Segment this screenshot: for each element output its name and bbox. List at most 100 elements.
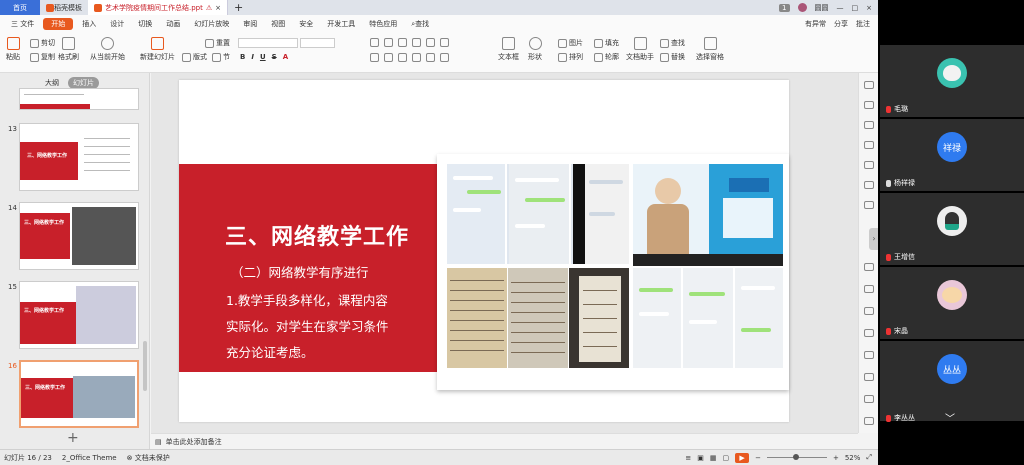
copy-button[interactable]: 复制 — [30, 52, 55, 62]
menu-design[interactable]: 设计 — [103, 15, 131, 33]
shape-button[interactable]: 形状 — [528, 37, 542, 62]
participant-tile[interactable]: 宋晶 — [880, 267, 1024, 339]
sorter-view-icon[interactable]: ▦ — [710, 454, 717, 462]
zoom-level[interactable]: 52% — [845, 454, 861, 462]
tool-icon[interactable] — [864, 201, 874, 209]
play-from-current-button[interactable]: 从当前开始 — [90, 37, 125, 62]
text-direction-icon[interactable] — [440, 38, 449, 47]
layout-button[interactable]: 版式 — [182, 52, 207, 62]
text-assistant-button[interactable]: 文档助手 — [626, 37, 654, 62]
font-size-select[interactable] — [300, 38, 335, 48]
new-slide-button[interactable]: 新建幻灯片 — [140, 37, 175, 62]
tool-icon[interactable] — [864, 417, 874, 425]
indent-icon[interactable] — [398, 38, 407, 47]
textbox-button[interactable]: 文本框 — [498, 37, 519, 62]
outdent-icon[interactable] — [412, 38, 421, 47]
menu-slideshow[interactable]: 幻灯片放映 — [187, 15, 236, 33]
align-center-icon[interactable] — [384, 53, 393, 62]
comment-button[interactable]: 批注 — [856, 19, 870, 29]
tool-icon[interactable] — [864, 121, 874, 129]
menu-review[interactable]: 审阅 — [236, 15, 264, 33]
menu-home[interactable]: 开始 — [43, 18, 74, 30]
slide-16[interactable]: 三、网络教学工作 （二）网络教学有序进行 1.教学手段多样化，课程内容 实际化。… — [179, 80, 789, 422]
tool-icon[interactable] — [864, 395, 874, 403]
normal-view-icon[interactable]: ▣ — [697, 454, 704, 462]
select-pane-button[interactable]: 选择窗格 — [696, 37, 724, 62]
slide-thumbnail-12[interactable] — [19, 88, 139, 110]
cut-button[interactable]: 剪切 — [30, 38, 55, 48]
slide-thumbnail-14[interactable]: 三、网络教学工作 — [19, 202, 139, 270]
font-family-select[interactable] — [238, 38, 298, 48]
slide-body-line[interactable]: 充分论证考虑。 — [226, 342, 314, 361]
tool-icon[interactable] — [864, 329, 874, 337]
zoom-slider-thumb[interactable] — [792, 454, 799, 460]
tool-icon[interactable] — [864, 351, 874, 359]
slide-subtitle[interactable]: （二）网络教学有序进行 — [231, 262, 369, 281]
notes-toggle-icon[interactable]: ≡ — [685, 454, 691, 462]
new-tab-button[interactable]: + — [228, 0, 249, 15]
close-tab-icon[interactable]: × — [215, 4, 221, 12]
align-left-icon[interactable] — [370, 53, 379, 62]
tool-icon[interactable] — [864, 263, 874, 271]
slide-thumbnail-15[interactable]: 三、网络教学工作 — [19, 281, 139, 349]
underline-button[interactable]: U — [260, 53, 266, 61]
menu-search[interactable]: ⌕查找 — [404, 15, 436, 33]
slide-thumbnail-16[interactable]: 三、网络教学工作 — [19, 360, 139, 428]
tool-icon[interactable] — [864, 81, 874, 89]
replace-button[interactable]: 替换 — [660, 52, 685, 62]
zoom-slider[interactable] — [766, 454, 827, 460]
document-protection[interactable]: ⊗ 文档未保护 — [127, 453, 170, 463]
font-color-button[interactable]: A — [283, 53, 288, 61]
tool-icon[interactable] — [864, 373, 874, 381]
slide-thumbnail-13[interactable]: 三、网络教学工作 — [19, 123, 139, 191]
bold-button[interactable]: B — [240, 53, 245, 61]
play-slideshow-button[interactable]: ▶ — [735, 452, 750, 463]
slide-body-line[interactable]: 1.教学手段多样化，课程内容 — [226, 290, 388, 309]
user-name[interactable]: 圆圆 — [815, 3, 829, 13]
tool-icon[interactable] — [864, 181, 874, 189]
paste-button[interactable]: 粘贴 — [6, 37, 20, 62]
format-painter-button[interactable]: 格式刷 — [58, 37, 79, 62]
tool-icon[interactable] — [864, 307, 874, 315]
participant-tile[interactable]: 王增信 — [880, 193, 1024, 265]
menu-security[interactable]: 安全 — [292, 15, 320, 33]
scroll-down-chevron-icon[interactable]: ﹀ — [945, 410, 955, 425]
maximize-icon[interactable]: □ — [852, 4, 859, 12]
columns-icon[interactable] — [440, 53, 449, 62]
numbered-list-icon[interactable] — [384, 38, 393, 47]
zoom-out-icon[interactable]: − — [755, 454, 761, 462]
justify-icon[interactable] — [412, 53, 421, 62]
tool-icon[interactable] — [864, 101, 874, 109]
tool-icon[interactable] — [864, 141, 874, 149]
collapse-arrow-icon[interactable]: › — [869, 228, 878, 250]
arrange-button[interactable]: 排列 — [558, 52, 583, 62]
fit-window-icon[interactable]: ⤢ — [866, 453, 872, 462]
minimize-icon[interactable]: — — [837, 4, 844, 12]
user-avatar[interactable] — [797, 3, 807, 12]
reading-view-icon[interactable]: ▢ — [722, 454, 729, 462]
tool-icon[interactable] — [864, 285, 874, 293]
participant-tile[interactable]: 祥禄 杨祥禄 — [880, 119, 1024, 191]
fill-button[interactable]: 填充 — [594, 38, 619, 48]
bullet-list-icon[interactable] — [370, 38, 379, 47]
italic-button[interactable]: I — [251, 53, 254, 61]
distribute-icon[interactable] — [426, 53, 435, 62]
menu-file[interactable]: 三 文件 — [4, 15, 41, 33]
participant-tile[interactable]: 丛丛 李丛丛 — [880, 341, 1024, 422]
tab-home[interactable]: 首页 — [0, 0, 40, 15]
find-button[interactable]: 查找 — [660, 38, 685, 48]
reset-button[interactable]: 重置 — [205, 38, 230, 48]
menu-features[interactable]: 特色应用 — [362, 15, 404, 33]
slide-title[interactable]: 三、网络教学工作 — [225, 219, 409, 251]
menu-view[interactable]: 视图 — [264, 15, 292, 33]
thumbnail-scrollbar[interactable] — [143, 341, 147, 391]
picture-button[interactable]: 图片 — [558, 38, 583, 48]
line-spacing-icon[interactable] — [426, 38, 435, 47]
tab-template[interactable]: 稻壳模板 — [40, 0, 88, 15]
anomaly-button[interactable]: 有异常 — [805, 19, 826, 29]
zoom-in-icon[interactable]: + — [833, 454, 839, 462]
add-slide-button[interactable]: + — [67, 430, 79, 446]
slide-body-line[interactable]: 实际化。对学生在家学习条件 — [226, 316, 389, 335]
participant-tile[interactable]: 毛璐 — [880, 45, 1024, 117]
notification-badge[interactable]: 1 — [779, 3, 790, 12]
